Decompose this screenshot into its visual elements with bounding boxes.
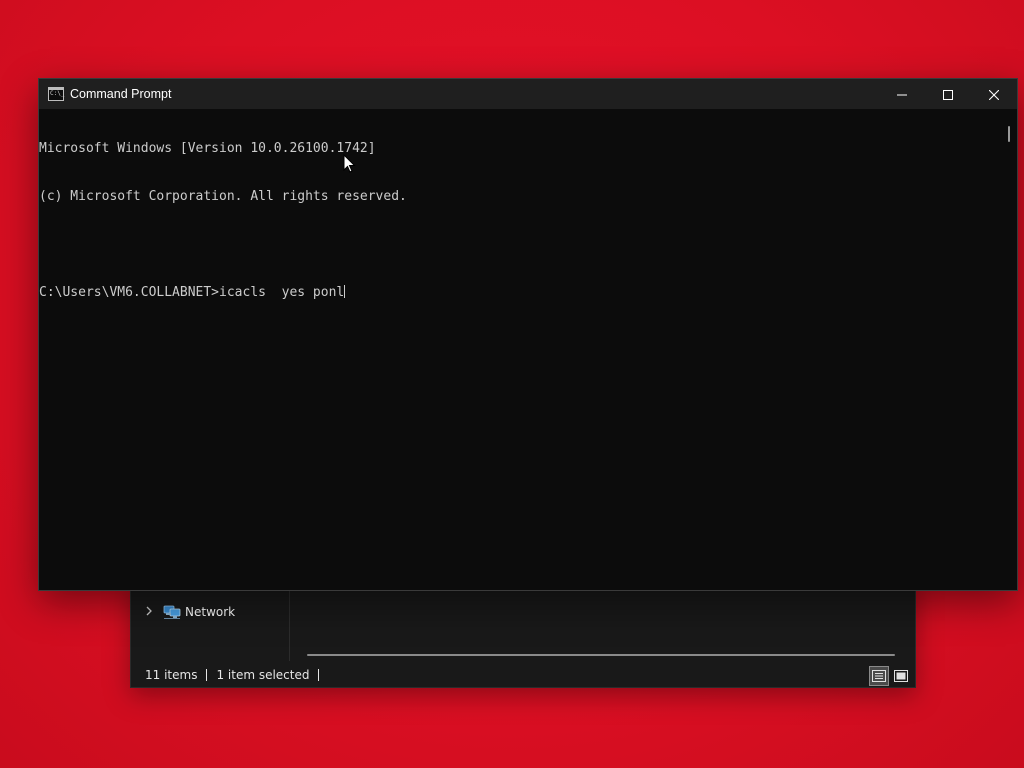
vertical-scrollbar[interactable] (1008, 126, 1010, 142)
caption-buttons (879, 79, 1017, 109)
network-icon (163, 604, 181, 620)
nav-item-network[interactable]: Network (141, 603, 235, 621)
app-icon-text: C:\_ (50, 90, 65, 97)
command-prompt-icon[interactable]: C:\_ (48, 87, 64, 101)
window-title: Command Prompt (70, 87, 172, 101)
title-bar[interactable]: C:\_ Command Prompt (39, 79, 1017, 109)
text-caret (344, 285, 346, 298)
mouse-pointer-icon (343, 153, 357, 174)
view-toggle (869, 665, 911, 687)
horizontal-scrollbar[interactable] (307, 654, 895, 656)
large-icons-view-button[interactable] (891, 666, 911, 686)
console-output[interactable]: Microsoft Windows [Version 10.0.26100.17… (39, 109, 1005, 590)
status-divider (206, 669, 208, 681)
minimize-icon (897, 85, 907, 104)
minimize-button[interactable] (879, 79, 925, 109)
details-view-icon (872, 667, 886, 686)
command-input-text: C:\Users\VM6.COLLABNET>icacls yes ponl (39, 285, 345, 300)
console-line: Microsoft Windows [Version 10.0.26100.17… (39, 141, 376, 156)
file-explorer-window[interactable]: Network 11 items 1 item selected (130, 574, 916, 688)
maximize-button[interactable] (925, 79, 971, 109)
close-button[interactable] (971, 79, 1017, 109)
maximize-icon (943, 85, 953, 104)
item-count: 11 items (145, 668, 198, 682)
chevron-right-icon[interactable] (141, 606, 157, 618)
command-input-line[interactable]: C:\Users\VM6.COLLABNET>icacls yes ponl (39, 285, 1005, 301)
console-line: (c) Microsoft Corporation. All rights re… (39, 189, 407, 204)
selection-status: 1 item selected (216, 668, 310, 682)
close-icon (988, 85, 1000, 104)
details-view-button[interactable] (869, 666, 889, 686)
status-bar: 11 items 1 item selected (131, 663, 915, 687)
large-icons-view-icon (894, 667, 908, 686)
nav-item-label: Network (185, 605, 236, 619)
status-divider (318, 669, 320, 681)
command-prompt-window[interactable]: C:\_ Command Prompt Microsoft Windows [V… (38, 78, 1018, 591)
